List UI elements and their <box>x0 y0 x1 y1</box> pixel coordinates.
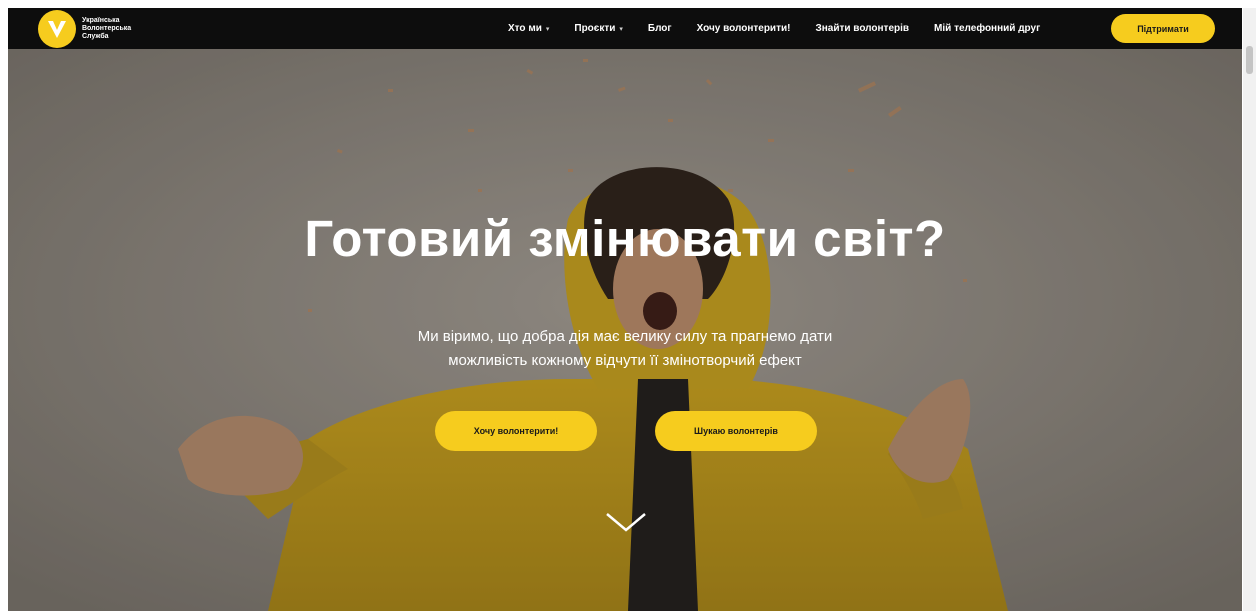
top-navbar: Українська Волонтерська Служба Хто ми ▾ … <box>8 8 1242 49</box>
caret-down-icon: ▾ <box>545 25 550 33</box>
hero-section: Готовий змінювати світ? Ми віримо, що до… <box>8 49 1242 611</box>
nav-item-projects[interactable]: Проєкти ▾ <box>574 23 623 34</box>
hero-subtitle-line2: можливість кожному відчути її змінотворч… <box>448 352 802 369</box>
nav-item-label: Блог <box>647 23 672 34</box>
caret-down-icon: ▾ <box>619 25 623 33</box>
v-logo-icon <box>38 10 76 48</box>
nav-item-label: Проєкти <box>574 23 616 34</box>
page: Українська Волонтерська Служба Хто ми ▾ … <box>0 0 1256 611</box>
brand-name-line2: Волонтерська <box>82 25 132 32</box>
find-volunteers-button[interactable]: Шукаю волонтерів <box>655 411 817 451</box>
nav-item-label: Хочу волонтерити! <box>696 23 791 34</box>
nav-item-label: Хто ми <box>508 23 542 34</box>
brand-name: Українська Волонтерська Служба <box>82 17 152 41</box>
nav-item-about[interactable]: Хто ми ▾ <box>508 23 549 34</box>
nav-item-label: Мій телефонний друг <box>934 23 1041 34</box>
main-menu: Хто ми ▾ Проєкти ▾ Блог Хочу волонтерити… <box>508 8 1065 49</box>
brand-name-line1: Українська <box>82 17 120 24</box>
page-scrollbar[interactable] <box>1243 8 1256 611</box>
nav-item-find-volunteers[interactable]: Знайти волонтерів <box>815 23 909 34</box>
nav-item-blog[interactable]: Блог <box>648 23 672 34</box>
nav-item-volunteer[interactable]: Хочу волонтерити! <box>697 23 791 34</box>
chevron-down-icon[interactable] <box>604 511 648 533</box>
brand-logo[interactable]: Українська Волонтерська Служба <box>38 10 152 48</box>
scrollbar-thumb[interactable] <box>1246 46 1253 74</box>
hero-subtitle: Ми віримо, що добра дія має велику силу … <box>325 325 925 373</box>
support-button[interactable]: Підтримати <box>1111 14 1215 43</box>
hero-subtitle-line1: Ми віримо, що добра дія має велику силу … <box>417 328 833 345</box>
nav-item-phone-friend[interactable]: Мій телефонний друг <box>934 23 1040 34</box>
brand-name-line3: Служба <box>82 33 109 40</box>
hero-title: Готовий змінювати світ? <box>304 210 946 267</box>
want-to-volunteer-button[interactable]: Хочу волонтерити! <box>435 411 597 451</box>
nav-item-label: Знайти волонтерів <box>815 23 910 34</box>
